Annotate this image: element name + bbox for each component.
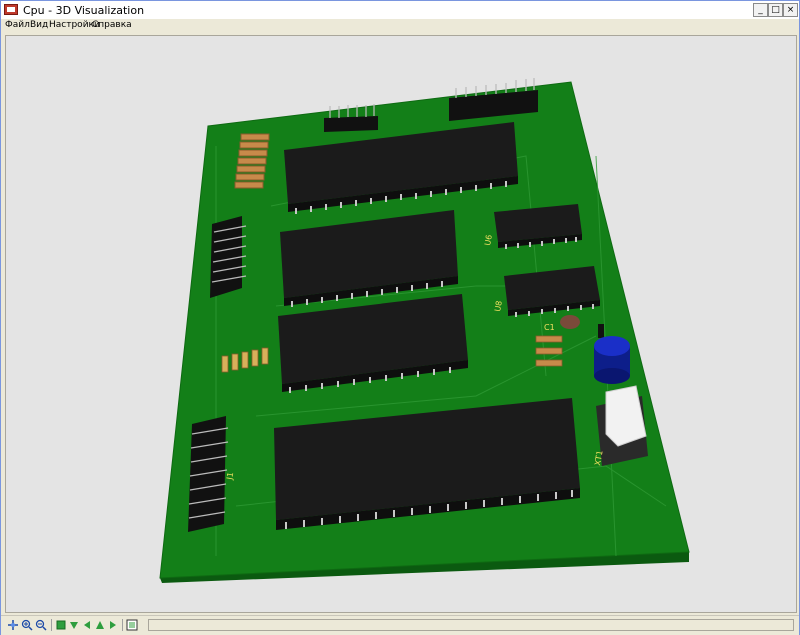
pan-icon[interactable] xyxy=(7,619,19,631)
minimize-button[interactable]: _ xyxy=(753,3,768,17)
app-window: Cpu - 3D Visualization _ □ × Файл Вид На… xyxy=(0,0,800,635)
view-bottom-icon[interactable] xyxy=(68,619,80,631)
pcb-3d-render[interactable]: U6 U8 J1 C1 XT1 xyxy=(6,36,796,612)
view-left-icon[interactable] xyxy=(81,619,93,631)
menu-help[interactable]: Справка xyxy=(92,20,132,30)
label-j1: J1 xyxy=(225,471,235,481)
toolbar-separator xyxy=(122,619,123,631)
title-bar[interactable]: Cpu - 3D Visualization _ □ × xyxy=(1,1,799,20)
view-right-icon[interactable] xyxy=(107,619,119,631)
resistor-array-right xyxy=(535,335,563,367)
status-field xyxy=(148,619,794,631)
header-connector-left-upper xyxy=(210,216,247,298)
window-title: Cpu - 3D Visualization xyxy=(23,4,145,17)
close-button[interactable]: × xyxy=(783,3,798,17)
menu-bar: Файл Вид Настройки Справка xyxy=(1,19,799,32)
zoom-in-icon[interactable] xyxy=(21,619,33,631)
zoom-out-icon[interactable] xyxy=(35,619,47,631)
label-u8: U8 xyxy=(493,300,504,312)
toolbar-separator xyxy=(51,619,52,631)
app-icon[interactable] xyxy=(4,4,18,15)
resistor-array-top xyxy=(234,133,270,189)
maximize-button[interactable]: □ xyxy=(768,3,783,17)
menu-view[interactable]: Вид xyxy=(30,20,48,30)
3d-viewport[interactable]: U6 U8 J1 C1 XT1 xyxy=(5,35,797,613)
view-top-icon[interactable] xyxy=(55,619,67,631)
bottom-toolbar xyxy=(1,615,799,635)
view-front-icon[interactable] xyxy=(94,619,106,631)
menu-file[interactable]: Файл xyxy=(5,20,30,30)
label-u6: U6 xyxy=(483,234,494,246)
label-c1: C1 xyxy=(544,323,555,332)
layers-icon[interactable] xyxy=(126,619,138,631)
